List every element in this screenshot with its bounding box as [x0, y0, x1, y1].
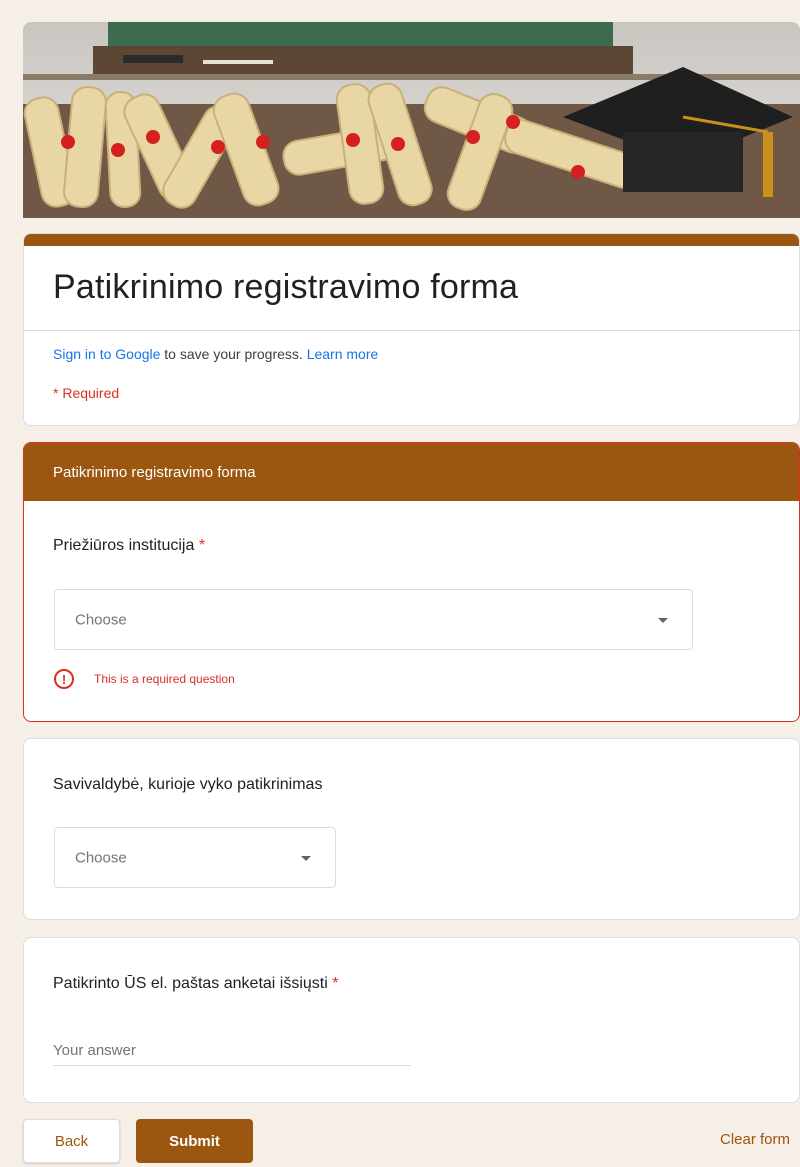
signin-notice: Sign in to Google to save your progress.…	[53, 346, 378, 362]
required-error-message: ! This is a required question	[54, 669, 235, 689]
question-3-label: Patikrinto ŪS el. paštas anketai išsiųst…	[53, 975, 328, 992]
error-text: This is a required question	[94, 672, 235, 686]
section-title: Patikrinimo registravimo forma	[24, 443, 799, 501]
required-asterisk: *	[198, 537, 206, 554]
error-icon: !	[54, 669, 74, 689]
clear-form-button[interactable]: Clear form	[720, 1131, 790, 1148]
municipality-dropdown-value: Choose	[75, 849, 127, 866]
question-1-label: Priežiūros institucija	[53, 537, 195, 554]
header-banner-image	[23, 22, 800, 218]
back-button[interactable]: Back	[23, 1119, 120, 1163]
title-card-accent-bar	[24, 234, 799, 246]
learn-more-link[interactable]: Learn more	[307, 346, 379, 362]
question-1-label-row: Priežiūros institucija *	[53, 537, 205, 555]
required-note: * Required	[53, 385, 120, 401]
form-title-card: Patikrinimo registravimo forma Sign in t…	[23, 233, 800, 426]
submit-button[interactable]: Submit	[136, 1119, 253, 1163]
required-asterisk: *	[332, 975, 339, 992]
dropdown-caret-icon	[658, 617, 668, 623]
signin-link[interactable]: Sign in to Google	[53, 346, 160, 362]
question-3-label-row: Patikrinto ŪS el. paštas anketai išsiųst…	[53, 975, 338, 993]
institution-dropdown[interactable]: Choose	[54, 589, 693, 650]
signin-text: to save your progress.	[160, 346, 307, 362]
email-answer-field[interactable]	[53, 1036, 411, 1066]
institution-dropdown-value: Choose	[75, 611, 127, 628]
form-page: Patikrinimo registravimo forma Sign in t…	[0, 0, 800, 1167]
question-3-card: Patikrinto ŪS el. paštas anketai išsiųst…	[23, 937, 800, 1103]
dropdown-caret-icon	[301, 855, 311, 861]
section-card-q1: Patikrinimo registravimo forma Priežiūro…	[23, 442, 800, 722]
title-divider	[24, 330, 799, 331]
municipality-dropdown[interactable]: Choose	[54, 827, 336, 888]
form-title: Patikrinimo registravimo forma	[53, 268, 519, 306]
question-2-label: Savivaldybė, kurioje vyko patikrinimas	[53, 776, 323, 793]
question-2-card: Savivaldybė, kurioje vyko patikrinimas C…	[23, 738, 800, 920]
